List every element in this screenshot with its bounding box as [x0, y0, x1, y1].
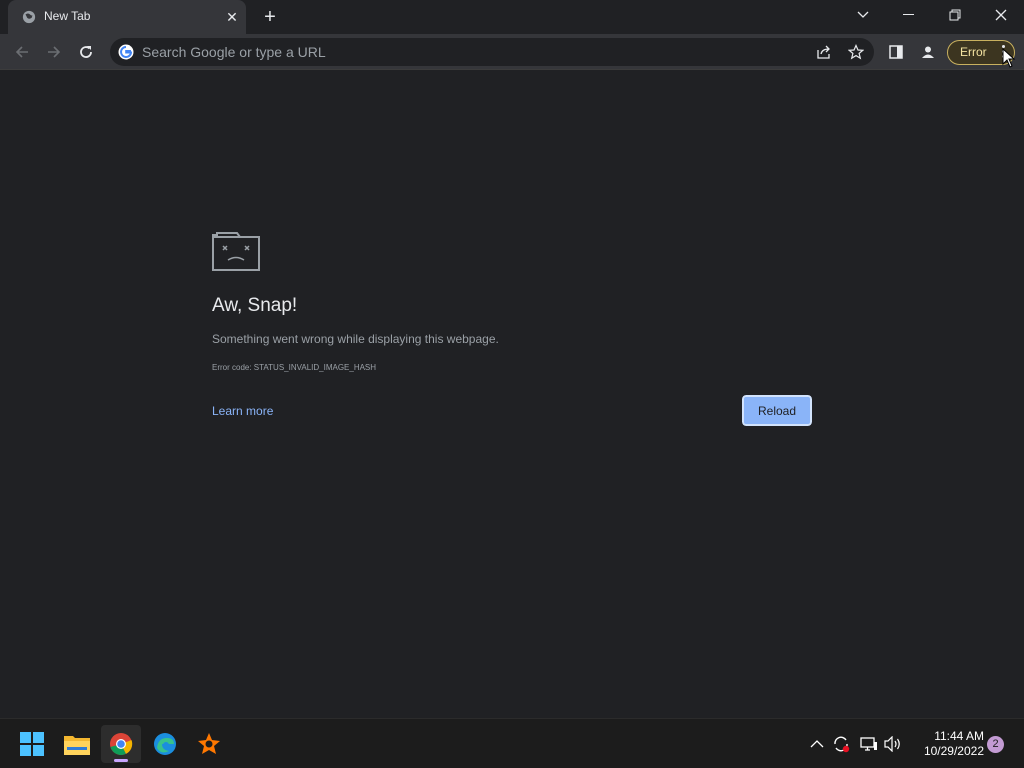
clock[interactable]: 11:44 AM 10/29/2022: [908, 729, 984, 759]
active-indicator: [114, 759, 128, 762]
taskbar-file-explorer[interactable]: [57, 725, 97, 763]
restore-icon: [949, 9, 961, 21]
clock-time: 11:44 AM: [934, 729, 984, 743]
back-button[interactable]: [8, 38, 36, 66]
profile-icon: [922, 46, 934, 58]
start-icon: [20, 732, 44, 756]
omnibox[interactable]: [110, 38, 874, 66]
sync-tray-button[interactable]: [832, 735, 850, 753]
forward-button[interactable]: [40, 38, 68, 66]
side-panel-icon: [889, 45, 903, 59]
error-code: Error code: STATUS_INVALID_IMAGE_HASH: [212, 363, 377, 372]
show-hidden-icons-button[interactable]: [808, 735, 826, 753]
sad-tab-icon: [212, 232, 260, 271]
taskbar-chrome[interactable]: [101, 725, 141, 763]
bookmark-star-icon[interactable]: [848, 44, 864, 60]
crash-page: Aw, Snap! Something went wrong while dis…: [0, 71, 1024, 718]
google-icon: [118, 44, 134, 60]
share-icon[interactable]: [816, 44, 832, 60]
reload-toolbar-button[interactable]: [72, 38, 100, 66]
arrow-right-icon: [48, 46, 61, 58]
error-chip-label: Error: [960, 45, 987, 59]
restore-button[interactable]: [932, 0, 978, 30]
omnibox-input[interactable]: [142, 38, 782, 66]
edge-icon: [154, 733, 176, 755]
notification-badge[interactable]: 2: [987, 736, 1004, 753]
globe-icon: [22, 10, 36, 24]
chevron-down-icon: [857, 11, 869, 18]
mouse-cursor-icon: [1002, 48, 1016, 68]
chrome-icon: [110, 733, 133, 755]
close-icon: [995, 9, 1007, 21]
reload-button[interactable]: Reload: [741, 394, 813, 427]
minimize-icon: [903, 14, 914, 15]
reload-icon: [80, 46, 92, 58]
new-tab-button[interactable]: +: [258, 5, 282, 29]
side-panel-button[interactable]: [882, 38, 910, 66]
profile-button[interactable]: [914, 38, 942, 66]
arrow-left-icon: [15, 46, 28, 58]
tab-strip: New Tab ✕ +: [0, 0, 1024, 34]
page-title: Aw, Snap!: [212, 295, 298, 316]
avast-icon: [198, 733, 220, 754]
volume-tray-button[interactable]: [884, 735, 902, 753]
close-window-button[interactable]: [978, 0, 1024, 30]
network-tray-button[interactable]: [860, 735, 878, 753]
tab-new-tab[interactable]: New Tab ✕: [8, 0, 246, 34]
tab-title: New Tab: [44, 9, 91, 23]
toolbar: Error: [0, 34, 1024, 70]
taskbar-avast[interactable]: [189, 725, 229, 763]
taskbar-edge[interactable]: [145, 725, 185, 763]
chevron-up-icon: [810, 740, 824, 748]
clock-date: 10/29/2022: [923, 744, 984, 758]
error-description: Something went wrong while displaying th…: [212, 332, 499, 346]
sync-icon: [834, 736, 850, 753]
volume-icon: [884, 736, 900, 752]
taskbar: 11:44 AM 10/29/2022 2: [0, 718, 1024, 768]
start-button[interactable]: [12, 725, 52, 763]
file-explorer-icon: [64, 736, 90, 755]
tab-close-icon[interactable]: ✕: [224, 9, 240, 25]
network-icon: [860, 737, 877, 751]
tab-search-button[interactable]: [840, 0, 886, 30]
minimize-button[interactable]: [886, 0, 932, 30]
learn-more-link[interactable]: Learn more: [212, 404, 273, 418]
